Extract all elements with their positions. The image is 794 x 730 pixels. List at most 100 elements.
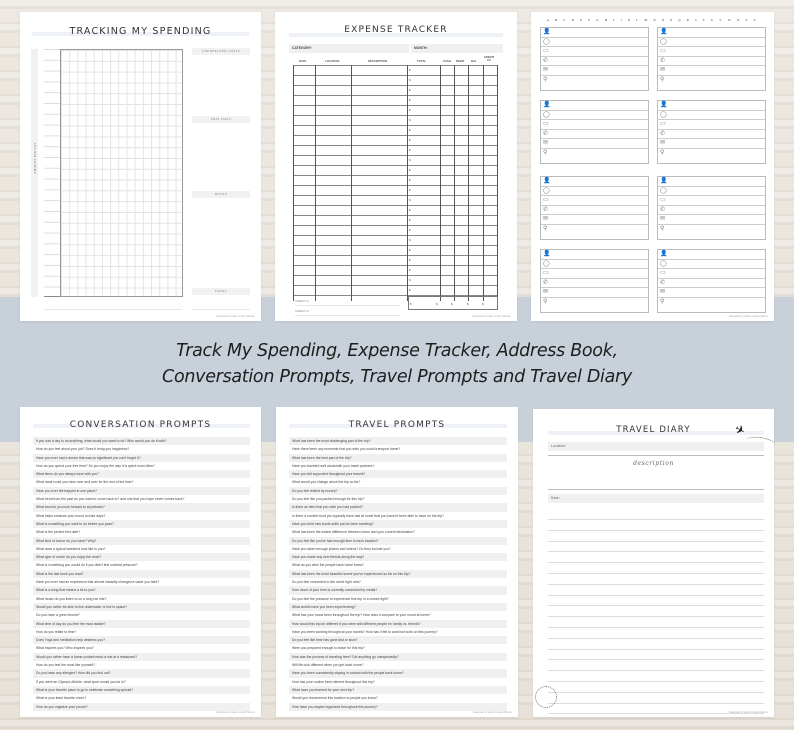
address-field[interactable]: ▭ xyxy=(541,47,648,57)
address-field[interactable]: ⚲ xyxy=(658,298,765,314)
prompt-item: What do you wish the people back home kn… xyxy=(292,563,364,568)
address-field[interactable]: 👤 xyxy=(658,28,765,38)
address-card[interactable]: 👤 ◯ ▭ ✆ ✉ ⚲ xyxy=(657,176,766,240)
address-card[interactable]: 👤 ◯ ▭ ✆ ✉ ⚲ xyxy=(540,249,649,313)
credit-row-2[interactable]: CREDIT cc: xyxy=(295,309,400,316)
address-field[interactable]: ✉ xyxy=(658,288,765,298)
address-field[interactable]: ✉ xyxy=(658,215,765,225)
address-card[interactable]: 👤 ◯ ▭ ✆ ✉ ⚲ xyxy=(657,27,766,91)
address-field[interactable]: ✆ xyxy=(658,279,765,288)
address-field[interactable]: ✉ xyxy=(541,66,648,76)
address-field[interactable]: ✉ xyxy=(658,66,765,76)
address-field[interactable]: ✆ xyxy=(658,206,765,215)
writing-line xyxy=(548,627,764,628)
address-field[interactable]: ◯ xyxy=(658,111,765,120)
address-field[interactable]: 👤 xyxy=(541,101,648,111)
address-field[interactable]: ▭ xyxy=(541,120,648,130)
address-field[interactable]: 👤 xyxy=(541,28,648,38)
address-field[interactable]: ✉ xyxy=(658,139,765,149)
address-field[interactable]: ◯ xyxy=(541,187,648,196)
address-card[interactable]: 👤 ◯ ▭ ✆ ✉ ⚲ xyxy=(657,249,766,313)
totals-box[interactable] xyxy=(408,296,498,310)
prompt-item: What items do you always have with you? xyxy=(33,470,250,479)
col-credit: CREDIT CC xyxy=(483,55,495,62)
address-field[interactable]: ⚲ xyxy=(658,76,765,92)
address-field[interactable]: ⚲ xyxy=(541,298,648,314)
address-field[interactable]: ◯ xyxy=(658,260,765,269)
address-field[interactable]: ✉ xyxy=(541,288,648,298)
writing-line xyxy=(548,659,764,661)
col-bal: BAL xyxy=(471,59,477,63)
address-field[interactable]: ⚲ xyxy=(541,76,648,92)
address-field[interactable]: ✉ xyxy=(541,139,648,149)
col-divider xyxy=(468,65,469,301)
address-field[interactable]: ✆ xyxy=(658,130,765,139)
address-card[interactable]: 👤 ◯ ▭ ✆ ✉ ⚲ xyxy=(540,27,649,91)
writing-line xyxy=(548,616,764,618)
address-field[interactable]: ◯ xyxy=(658,187,765,196)
travel-diary-page: TRAVEL DIARY ✈ Location: description Dat… xyxy=(533,409,776,717)
address-field[interactable]: ◯ xyxy=(541,260,648,269)
prompt-item: What inspires you? Who inspires you? xyxy=(36,646,94,651)
address-field[interactable]: ▭ xyxy=(658,47,765,57)
address-field[interactable]: ✆ xyxy=(541,130,648,139)
address-field[interactable]: ✆ xyxy=(541,279,648,288)
writing-line xyxy=(548,562,764,564)
prompt-item: Were you prepared enough to leave for th… xyxy=(292,646,365,651)
writing-line xyxy=(548,670,764,672)
col-divider xyxy=(440,65,441,301)
address-field[interactable]: ✆ xyxy=(541,206,648,215)
address-field[interactable]: ⚲ xyxy=(658,225,765,241)
prompt-item: What helps enhance your mood on bad days… xyxy=(36,513,106,518)
address-field[interactable]: ▭ xyxy=(541,196,648,206)
col-date: DATE xyxy=(299,59,307,63)
footer-credit: Designed by Hello Lovely Planner xyxy=(472,315,511,318)
currency-symbol: $ xyxy=(409,68,411,72)
address-field[interactable]: ◯ xyxy=(541,38,648,47)
category-field[interactable]: CATEGORY: xyxy=(289,44,409,53)
spending-grid[interactable] xyxy=(60,49,183,297)
address-card[interactable]: 👤 ◯ ▭ ✆ ✉ ⚲ xyxy=(657,100,766,164)
address-field[interactable]: ◯ xyxy=(541,111,648,120)
alphabet-index[interactable]: A B C D E F G H I J K L M N O P Q R S T … xyxy=(531,18,774,22)
address-field[interactable]: ✆ xyxy=(658,57,765,66)
address-field[interactable]: 👤 xyxy=(541,177,648,187)
location-field[interactable]: Location: xyxy=(548,442,764,451)
address-field[interactable]: 👤 xyxy=(658,101,765,111)
prompt-item: What has been the most beautiful scene y… xyxy=(289,569,507,579)
mobile-icon: ▭ xyxy=(660,48,666,54)
address-card[interactable]: 👤 ◯ ▭ ✆ ✉ ⚲ xyxy=(540,100,649,164)
address-field[interactable]: ⚲ xyxy=(541,225,648,241)
address-field[interactable]: 👤 xyxy=(658,177,765,187)
mail-icon: ✉ xyxy=(660,67,666,73)
address-field[interactable]: ▭ xyxy=(658,196,765,206)
address-field[interactable]: ▭ xyxy=(541,269,648,279)
location-pin-icon: ⚲ xyxy=(543,225,548,232)
month-field[interactable]: MONTH: xyxy=(411,44,503,53)
writing-line xyxy=(548,519,764,520)
address-field[interactable]: ◯ xyxy=(658,38,765,47)
prompt-item: Do you feel the pressure to experience t… xyxy=(292,596,389,601)
caption: Track My Spending, Expense Tracker, Addr… xyxy=(0,338,794,390)
prompt-item: Have you ever had a dream that was so si… xyxy=(33,453,250,462)
prompt-item: How would this trip be different if you … xyxy=(289,619,507,628)
address-field[interactable]: ⚲ xyxy=(541,149,648,165)
address-field[interactable]: ⚲ xyxy=(658,149,765,165)
location-pin-icon: ⚲ xyxy=(660,225,665,232)
address-field[interactable]: ▭ xyxy=(658,120,765,130)
address-field[interactable]: 👤 xyxy=(658,250,765,260)
date-field[interactable]: Date: xyxy=(548,494,764,503)
address-card[interactable]: 👤 ◯ ▭ ✆ ✉ ⚲ xyxy=(540,176,649,240)
credit-row-1[interactable]: CREDIT cc: xyxy=(295,299,400,306)
writing-line xyxy=(548,648,764,650)
address-field[interactable]: ✆ xyxy=(541,57,648,66)
prompt-item: What would you change about the trip so … xyxy=(292,480,361,485)
address-field[interactable]: 👤 xyxy=(541,250,648,260)
tracking-spending-page: TRACKING MY SPENDING AMOUNT PER DAY UNEX… xyxy=(20,12,261,321)
address-field[interactable]: ✉ xyxy=(541,215,648,225)
prompt-item: Have you ever felt trapped in one place? xyxy=(33,486,250,496)
phone-icon: ✆ xyxy=(660,206,666,213)
phone-icon: ✆ xyxy=(660,130,666,137)
address-field[interactable]: ▭ xyxy=(658,269,765,279)
mail-icon: ✉ xyxy=(660,289,666,295)
